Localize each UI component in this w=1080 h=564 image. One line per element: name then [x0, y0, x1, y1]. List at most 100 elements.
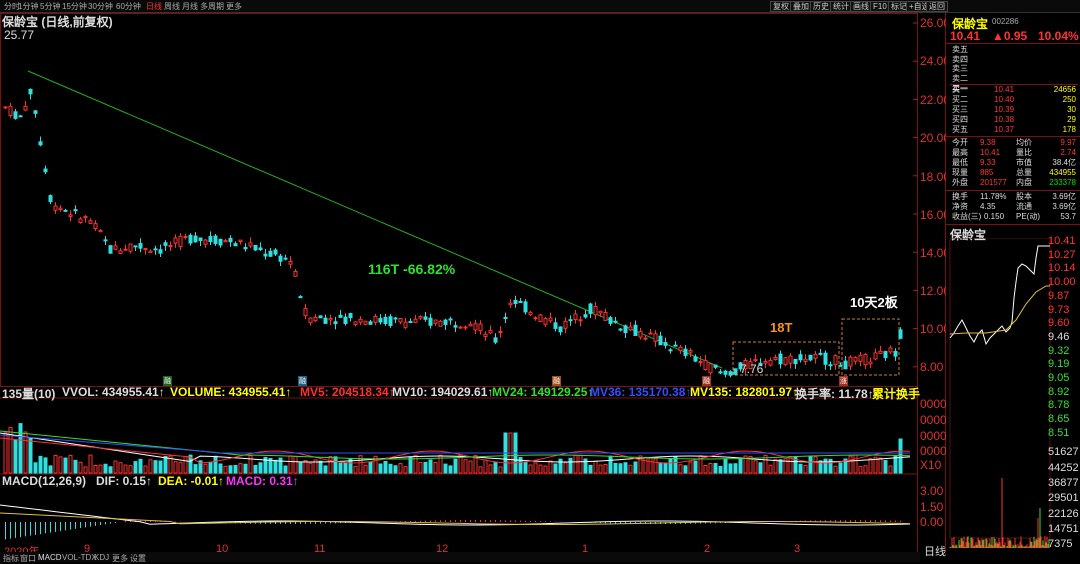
candle-body — [723, 370, 728, 375]
volume-bar — [388, 463, 393, 474]
volume-bar — [608, 455, 613, 474]
volume-bar — [108, 466, 113, 474]
candle-body — [583, 314, 588, 318]
ask-row: 卖三 — [952, 64, 968, 73]
tab-15min[interactable]: 15分钟 — [62, 1, 87, 12]
candle-body — [23, 105, 28, 111]
bid-row: 买二 10.40 250 — [952, 95, 1076, 104]
tab-window[interactable]: 窗口 — [20, 553, 36, 564]
volume-bar — [118, 462, 123, 474]
candle-body — [88, 220, 93, 224]
volume-bar — [613, 462, 618, 474]
tab-more-indicators[interactable]: 更多 — [112, 553, 128, 564]
candle-body — [448, 318, 453, 321]
vvol-value: VVOL: 434955.41↑ — [62, 385, 165, 399]
last-price: 10.41 — [950, 29, 981, 43]
volume-bar — [848, 455, 853, 474]
candle-body — [333, 321, 338, 325]
candle-body — [853, 357, 858, 362]
back-button[interactable]: 返回 — [926, 1, 948, 12]
volume-bar — [68, 454, 73, 474]
statistics-button[interactable]: 统计 — [830, 1, 852, 12]
volume-bar — [248, 455, 253, 474]
mini-chart-border — [949, 238, 1051, 539]
mv10-value: MV10: 194029.61↑ — [392, 385, 494, 399]
tab-60min[interactable]: 60分钟 — [116, 1, 141, 12]
candle-body — [788, 355, 793, 364]
candle-body — [253, 244, 258, 251]
candle-body — [543, 318, 548, 325]
candle-body — [873, 352, 878, 360]
volume-bar — [533, 462, 538, 474]
candle-body — [143, 248, 148, 251]
volume-unit: X10 — [920, 458, 942, 472]
volume-bar — [113, 460, 118, 474]
candle-body — [828, 364, 833, 367]
volume-bar — [208, 461, 213, 474]
restore-rights-button[interactable]: 复权 — [770, 1, 792, 12]
volume-bar — [678, 464, 683, 474]
bid-row: 买一 10.41 24656 — [952, 85, 1076, 94]
volume-bar — [378, 463, 383, 474]
tab-30min[interactable]: 30分钟 — [88, 1, 113, 12]
draw-line-button[interactable]: 画线 — [850, 1, 872, 12]
volume-bar — [753, 460, 758, 474]
candle-body — [823, 352, 828, 365]
candle-body — [228, 237, 233, 243]
tab-settings[interactable]: 设置 — [130, 553, 146, 564]
candle-body — [523, 301, 528, 313]
tab-macd[interactable]: MACD — [38, 553, 62, 562]
candle-body — [798, 354, 803, 361]
volume-bar — [408, 457, 413, 474]
candle-body — [703, 359, 708, 371]
tab-indicator[interactable]: 指标 — [3, 553, 19, 564]
volume-bar — [233, 464, 238, 474]
volume-bar — [178, 461, 183, 474]
tab-5min[interactable]: 5分钟 — [40, 1, 60, 12]
kline-chart[interactable] — [0, 13, 946, 552]
candle-body — [318, 315, 323, 319]
volume-bar — [238, 463, 243, 474]
candle-body — [813, 353, 818, 359]
history-button[interactable]: 历史 — [810, 1, 832, 12]
candle-body — [728, 371, 733, 376]
tab-monthly[interactable]: 月线 — [182, 1, 198, 12]
stat-row: 净资 4.35 流通 3.69亿 — [952, 202, 1076, 211]
volume-bar — [398, 463, 403, 474]
candle-body — [153, 248, 158, 251]
candle-body — [893, 350, 898, 357]
volume-bar — [223, 465, 228, 474]
ask-row: 卖二 — [952, 74, 968, 83]
tab-more[interactable]: 更多 — [226, 1, 242, 12]
candle-body — [533, 317, 538, 320]
volume-bar — [103, 463, 108, 474]
volume-bar — [213, 455, 218, 474]
volume-bar — [173, 461, 178, 474]
candle-body — [708, 363, 713, 374]
candle-body — [648, 332, 653, 335]
volume-value: VOLUME: 434955.41↑ — [170, 385, 292, 399]
volume-bar — [228, 465, 233, 474]
volume-bar — [153, 460, 158, 474]
ask-row: 卖四 — [952, 55, 968, 64]
decline-annotation: 116T -66.82% — [368, 261, 456, 277]
tab-multi-period[interactable]: 多周期 — [200, 1, 224, 12]
f10-button[interactable]: F10 — [870, 1, 890, 12]
candle-body — [238, 239, 243, 243]
tab-1min[interactable]: 1分钟 — [18, 1, 38, 12]
candle-body — [618, 328, 623, 331]
tab-vol-tdx[interactable]: VOL-TDX — [62, 553, 97, 562]
mini-price-line — [949, 245, 1050, 346]
pct-change: 10.04% — [1038, 29, 1079, 43]
candle-body — [118, 250, 123, 254]
overlay-button[interactable]: 叠加 — [790, 1, 812, 12]
turnover-value: 换手率: 11.78↑ — [795, 387, 874, 401]
volume-bar — [683, 465, 688, 474]
tab-daily[interactable]: 日线 — [146, 1, 162, 12]
tab-weekly[interactable]: 周线 — [164, 1, 180, 12]
tab-kdj[interactable]: KDJ — [94, 553, 109, 562]
candle-body — [288, 260, 293, 265]
candle-body — [358, 318, 363, 323]
candle-body — [338, 314, 343, 318]
volume-bar — [253, 464, 258, 474]
